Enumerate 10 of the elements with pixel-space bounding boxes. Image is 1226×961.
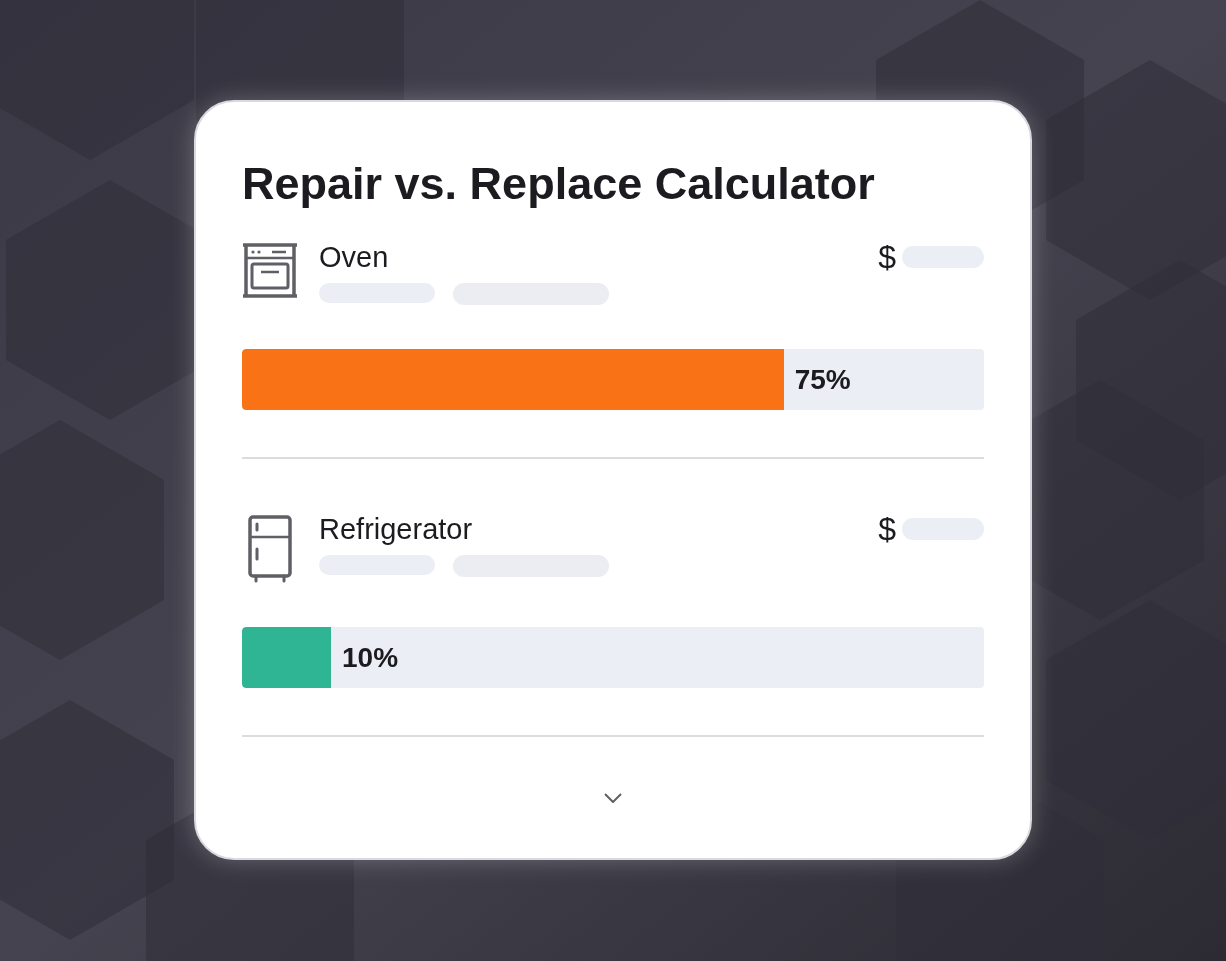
- card-title: Repair vs. Replace Calculator: [242, 157, 875, 211]
- percentage-label: 75%: [794, 362, 851, 397]
- appliance-name: Oven: [319, 240, 389, 275]
- currency-symbol: $: [878, 511, 896, 547]
- currency-symbol: $: [878, 239, 896, 275]
- chevron-down-icon[interactable]: [604, 793, 622, 803]
- appliance-name: Refrigerator: [319, 512, 473, 547]
- oven-icon: [242, 243, 298, 299]
- percentage-label: 10%: [342, 640, 399, 675]
- refrigerator-icon: [247, 515, 293, 583]
